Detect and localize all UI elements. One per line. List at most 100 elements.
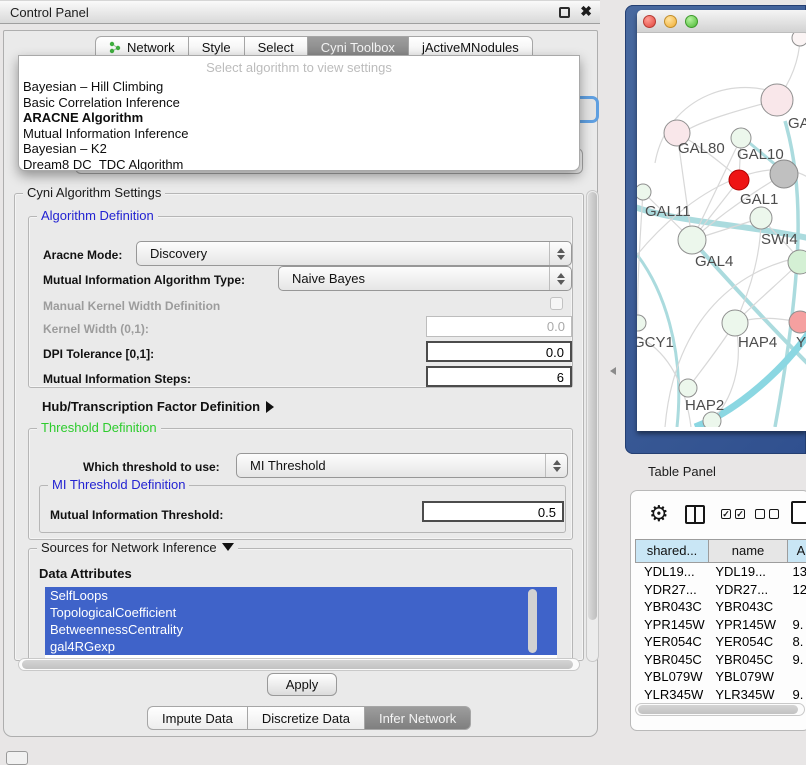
table-row[interactable]: YPR145WYPR145W9. bbox=[635, 616, 806, 634]
node-label: GAL4 bbox=[695, 253, 733, 270]
network-node-hap4[interactable] bbox=[722, 310, 748, 336]
table-row[interactable]: YDL19...YDL19...13 bbox=[635, 563, 806, 581]
corner-button[interactable] bbox=[6, 751, 28, 765]
hub-factor-section-toggle[interactable]: Hub/Transcription Factor Definition bbox=[42, 399, 274, 414]
attribute-list-item[interactable]: TopologicalCoefficient bbox=[45, 604, 557, 621]
aracne-mode-select[interactable]: Discovery bbox=[136, 241, 572, 266]
node-label: GAL1 bbox=[740, 191, 778, 208]
network-node-hap2[interactable] bbox=[679, 379, 697, 397]
checked-box-icon[interactable]: ✓ bbox=[735, 509, 745, 519]
network-window-titlebar bbox=[637, 10, 806, 33]
network-node-gcy1[interactable] bbox=[637, 315, 646, 331]
network-node-gal4[interactable] bbox=[678, 226, 706, 254]
network-node-gal10[interactable] bbox=[731, 128, 751, 148]
table-row[interactable]: YDR27...YDR27...12 bbox=[635, 581, 806, 599]
gear-icon[interactable]: ⚙ bbox=[649, 502, 669, 526]
algorithm-dropdown-popup: Select algorithm to view settings Bayesi… bbox=[18, 55, 580, 171]
column-header[interactable]: A bbox=[787, 539, 806, 563]
algorithm-definition-group: Algorithm Definition Aracne Mode: Discov… bbox=[28, 216, 573, 388]
network-node-y[interactable] bbox=[789, 311, 806, 333]
float-window-icon[interactable] bbox=[559, 7, 570, 18]
unchecked-box-icon[interactable] bbox=[769, 509, 779, 519]
column-header[interactable]: name bbox=[708, 539, 787, 563]
splitter-collapse-icon[interactable] bbox=[610, 367, 616, 375]
network-node-swi4[interactable] bbox=[750, 207, 772, 229]
mi-threshold-field[interactable]: 0.5 bbox=[422, 501, 564, 522]
tab-infer-network[interactable]: Infer Network bbox=[364, 706, 471, 730]
table-cell: 9. bbox=[784, 616, 806, 634]
dropdown-item[interactable]: Basic Correlation Inference bbox=[23, 95, 575, 111]
network-node[interactable] bbox=[792, 33, 806, 46]
table-row[interactable]: YBR045CYBR045C9. bbox=[635, 651, 806, 669]
kernel-width-label: Kernel Width (0,1): bbox=[43, 322, 149, 336]
checked-box-icon[interactable]: ✓ bbox=[721, 509, 731, 519]
mi-steps-field[interactable]: 6 bbox=[426, 366, 572, 387]
table-cell: YBR043C bbox=[635, 598, 706, 616]
table-row[interactable]: YLR345WYLR345W9. bbox=[635, 686, 806, 704]
minimize-icon[interactable] bbox=[664, 15, 677, 28]
collapse-down-icon bbox=[222, 543, 234, 551]
network-node-gal[interactable] bbox=[761, 84, 793, 116]
node-label: SWI4 bbox=[761, 231, 798, 248]
table-panel-title: Table Panel bbox=[648, 464, 716, 479]
dropdown-item[interactable]: Mutual Information Inference bbox=[23, 126, 575, 142]
dpi-tolerance-field[interactable]: 0.0 bbox=[426, 341, 572, 362]
dropdown-prompt: Select algorithm to view settings bbox=[19, 60, 579, 75]
document-icon[interactable] bbox=[791, 501, 806, 524]
manual-kernel-checkbox[interactable] bbox=[550, 297, 563, 310]
settings-vertical-scrollbar[interactable] bbox=[586, 190, 599, 662]
attribute-list-item[interactable]: SelfLoops bbox=[45, 587, 557, 604]
close-icon[interactable] bbox=[643, 15, 656, 28]
which-threshold-label: Which threshold to use: bbox=[83, 460, 220, 474]
group-title: MI Threshold Definition bbox=[48, 477, 189, 492]
table-cell bbox=[784, 598, 806, 616]
table-toolbar: ⚙ ✓ ✓ bbox=[631, 499, 806, 535]
table-row[interactable]: YBR043CYBR043C bbox=[635, 598, 806, 616]
unchecked-box-icon[interactable] bbox=[755, 509, 765, 519]
control-panel-titlebar: Control Panel ✖ bbox=[0, 0, 600, 24]
apply-button[interactable]: Apply bbox=[267, 673, 337, 696]
network-graph: GALGAL80GAL10GAL1SWI4GAL11GAL4GCY1HAP4YH… bbox=[637, 33, 806, 427]
split-columns-icon[interactable] bbox=[685, 505, 705, 524]
dropdown-item[interactable]: Bayesian – Hill Climbing bbox=[23, 79, 575, 95]
group-title: Cyni Algorithm Settings bbox=[23, 185, 165, 200]
node-label: GAL10 bbox=[737, 146, 784, 163]
stepper-icon bbox=[545, 454, 567, 477]
dropdown-item[interactable]: Bayesian – K2 bbox=[23, 141, 575, 157]
network-node[interactable] bbox=[703, 412, 721, 427]
column-header[interactable]: shared... bbox=[635, 539, 708, 563]
node-label: Y bbox=[796, 334, 806, 351]
close-icon[interactable]: ✖ bbox=[580, 3, 592, 20]
threshold-definition-group: Threshold Definition Which threshold to … bbox=[28, 428, 573, 540]
network-canvas[interactable]: GALGAL80GAL10GAL1SWI4GAL11GAL4GCY1HAP4YH… bbox=[637, 33, 806, 427]
dropdown-item[interactable]: Dream8 DC_TDC Algorithm bbox=[23, 157, 575, 172]
kernel-width-field[interactable]: 0.0 bbox=[426, 316, 572, 337]
attributes-scrollbar[interactable] bbox=[528, 589, 537, 653]
dropdown-item[interactable]: ARACNE Algorithm bbox=[23, 110, 575, 126]
network-node[interactable] bbox=[770, 160, 798, 188]
mi-type-select[interactable]: Naive Bayes bbox=[278, 266, 572, 291]
tab-impute-data[interactable]: Impute Data bbox=[147, 706, 247, 730]
network-node-gal11[interactable] bbox=[637, 184, 651, 200]
attribute-list-item[interactable]: BetweennessCentrality bbox=[45, 621, 557, 638]
node-label: GCY1 bbox=[637, 334, 674, 351]
zoom-icon[interactable] bbox=[685, 15, 698, 28]
sources-group: Sources for Network Inference Data Attri… bbox=[28, 548, 573, 660]
group-title[interactable]: Sources for Network Inference bbox=[37, 540, 238, 555]
attribute-list-item[interactable]: gal4RGexp bbox=[45, 638, 557, 655]
table-header-row: shared...nameA bbox=[635, 539, 806, 563]
table-horizontal-scrollbar[interactable] bbox=[635, 703, 805, 716]
table-row[interactable]: YER054CYER054C8. bbox=[635, 633, 806, 651]
table-row[interactable]: YBL079WYBL079W bbox=[635, 668, 806, 686]
table-rows: YDL19...YDL19...13YDR27...YDR27...12YBR0… bbox=[635, 563, 806, 709]
screen: Control Panel ✖ Network Style Select Cyn… bbox=[0, 0, 806, 762]
group-title: Threshold Definition bbox=[37, 420, 161, 435]
network-edge[interactable] bbox=[735, 219, 761, 323]
network-icon bbox=[109, 41, 122, 54]
which-threshold-select[interactable]: MI Threshold bbox=[236, 453, 568, 478]
settings-horizontal-scrollbar[interactable] bbox=[18, 658, 580, 671]
data-attributes-list[interactable]: SelfLoopsTopologicalCoefficientBetweenne… bbox=[45, 587, 557, 659]
tab-discretize-data[interactable]: Discretize Data bbox=[247, 706, 364, 730]
table-cell: 12 bbox=[784, 581, 806, 599]
network-node-gal1[interactable] bbox=[729, 170, 749, 190]
